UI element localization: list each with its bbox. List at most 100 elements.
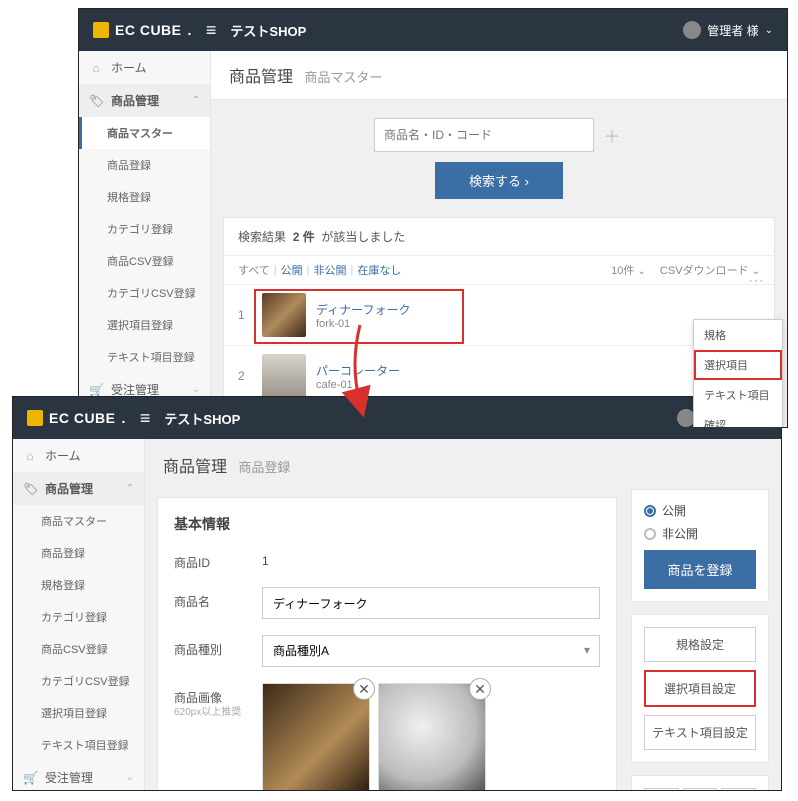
filter-public[interactable]: 公開 — [281, 262, 303, 278]
brand-logo: EC CUBE. — [93, 22, 192, 38]
product-name-link[interactable]: パーコレーター — [316, 362, 400, 379]
select-item-settings-button[interactable]: 選択項目設定 — [644, 670, 756, 707]
sidebar-sub-product-master[interactable]: 商品マスター — [79, 117, 210, 149]
search-input[interactable] — [374, 118, 594, 152]
result-row[interactable]: 1 ディナーフォーク fork-01 ⋯ — [224, 284, 774, 345]
tag-icon: 🏷 — [23, 482, 37, 496]
sidebar-sub-category-csv[interactable]: カテゴリCSV登録 — [13, 665, 144, 697]
chevron-down-icon: ⌄ — [126, 772, 134, 783]
popup-confirm[interactable]: 確認 — [694, 410, 782, 427]
shop-title: テストSHOP — [164, 409, 240, 428]
screenshot-product-register: EC CUBE. ≡ テストSHOP 管理者 様 ⌄ ⌂ホーム 🏷商品管理⌃ 商… — [12, 396, 782, 791]
product-thumb — [262, 354, 306, 398]
register-product-button[interactable]: 商品を登録 — [644, 550, 756, 589]
sidebar-sub-category-register[interactable]: カテゴリ登録 — [79, 213, 210, 245]
page-heading: 商品管理 商品マスター — [211, 51, 787, 100]
result-count: 2 件 — [293, 230, 315, 244]
filter-nostock[interactable]: 在庫なし — [357, 262, 401, 278]
row-actions-menu[interactable]: ⋯ — [748, 271, 764, 291]
row-action-popup: 規格 選択項目 テキスト項目 確認 — [693, 319, 783, 427]
sidebar-sub-category-register[interactable]: カテゴリ登録 — [13, 601, 144, 633]
sidebar-sub-product-csv[interactable]: 商品CSV登録 — [13, 633, 144, 665]
hamburger-icon[interactable]: ≡ — [140, 408, 151, 429]
row-number: 1 — [238, 308, 252, 322]
text-item-settings-button[interactable]: テキスト項目設定 — [644, 715, 756, 750]
user-menu[interactable]: 管理者 様 ⌄ — [683, 21, 773, 39]
per-page-select[interactable]: 10件 ⌄ — [611, 262, 646, 278]
sidebar-sub-product-master[interactable]: 商品マスター — [13, 505, 144, 537]
topbar: EC CUBE. ≡ テストSHOP 管理者 様 ⌄ — [79, 9, 787, 51]
product-code: cafe-01 — [316, 379, 400, 391]
popup-spec[interactable]: 規格 — [694, 320, 782, 350]
sidebar-item-product-mgmt[interactable]: 🏷商品管理⌃ — [13, 472, 144, 505]
status-public-radio[interactable]: 公開 — [644, 502, 756, 519]
sidebar-sub-select-item[interactable]: 選択項目登録 — [13, 697, 144, 729]
shop-title: テストSHOP — [230, 21, 306, 40]
add-condition-button[interactable]: ＋ — [600, 123, 624, 147]
sidebar-sub-category-csv[interactable]: カテゴリCSV登録 — [79, 277, 210, 309]
chevron-down-icon: ⌄ — [637, 266, 645, 277]
filter-private[interactable]: 非公開 — [314, 262, 347, 278]
logo-mark-icon — [27, 410, 43, 426]
delete-button[interactable]: 削除 — [721, 788, 756, 790]
sidebar-sub-text-item[interactable]: テキスト項目登録 — [79, 341, 210, 373]
result-prefix: 検索結果 — [238, 230, 286, 244]
chevron-up-icon: ⌃ — [192, 95, 200, 106]
sidebar-sub-product-register[interactable]: 商品登録 — [13, 537, 144, 569]
sidebar-sub-product-register[interactable]: 商品登録 — [79, 149, 210, 181]
sidebar-sub-text-item[interactable]: テキスト項目登録 — [13, 729, 144, 761]
brand-text: EC CUBE — [49, 410, 116, 426]
product-name-link[interactable]: ディナーフォーク — [316, 301, 410, 318]
product-name-input[interactable] — [262, 587, 600, 619]
confirm-button[interactable]: 確認 — [644, 788, 679, 790]
label-product-id: 商品ID — [174, 548, 246, 571]
sidebar-item-order-mgmt[interactable]: 🛒受注管理⌄ — [13, 761, 144, 790]
user-label: 管理者 様 — [707, 22, 758, 39]
page-subtitle: 商品登録 — [238, 460, 290, 475]
home-icon: ⌂ — [89, 61, 103, 75]
sidebar-sub-spec-register[interactable]: 規格登録 — [79, 181, 210, 213]
screenshot-product-master: EC CUBE. ≡ テストSHOP 管理者 様 ⌄ ⌂ホーム 🏷商品管理⌃ 商… — [78, 8, 788, 428]
status-private-radio[interactable]: 非公開 — [644, 525, 756, 542]
avatar-icon — [683, 21, 701, 39]
product-image-thumb[interactable]: ✕ — [262, 683, 370, 790]
remove-image-button[interactable]: ✕ — [469, 678, 491, 700]
chevron-up-icon: ⌃ — [126, 483, 134, 494]
brand-logo: EC CUBE. — [27, 410, 126, 426]
search-button[interactable]: 検索する › — [435, 162, 563, 199]
popup-select-item[interactable]: 選択項目 — [694, 350, 782, 380]
tag-icon: 🏷 — [89, 94, 103, 108]
filter-all[interactable]: すべて — [238, 262, 270, 278]
chevron-down-icon: ⌄ — [765, 25, 773, 36]
sidebar-sub-product-csv[interactable]: 商品CSV登録 — [79, 245, 210, 277]
csv-download-button[interactable]: CSVダウンロード ⌄ — [660, 262, 760, 278]
radio-on-icon — [644, 505, 656, 517]
basic-info-card: 基本情報 商品ID 1 商品名 商品種別 商品種別A ▾ — [157, 497, 617, 790]
sidebar-item-product-mgmt[interactable]: 🏷商品管理⌃ — [79, 84, 210, 117]
product-image-thumb[interactable]: ✕ — [378, 683, 486, 790]
remove-image-button[interactable]: ✕ — [353, 678, 375, 700]
brand-text: EC CUBE — [115, 22, 182, 38]
section-heading: 基本情報 — [174, 514, 600, 534]
sidebar-item-home[interactable]: ⌂ホーム — [79, 51, 210, 84]
sidebar-item-home[interactable]: ⌂ホーム — [13, 439, 144, 472]
radio-off-icon — [644, 528, 656, 540]
page-title: 商品管理 — [229, 69, 293, 86]
hamburger-icon[interactable]: ≡ — [206, 20, 217, 41]
aux-buttons-panel: 規格設定 選択項目設定 テキスト項目設定 — [631, 614, 769, 763]
sidebar: ⌂ホーム 🏷商品管理⌃ 商品マスター 商品登録 規格登録 カテゴリ登録 商品CS… — [79, 51, 211, 427]
product-code: fork-01 — [316, 318, 410, 330]
duplicate-button[interactable]: 複製 — [683, 788, 718, 790]
label-product-name: 商品名 — [174, 587, 246, 610]
topbar: EC CUBE. ≡ テストSHOP 管理者 様 ⌄ — [13, 397, 781, 439]
popup-text-item[interactable]: テキスト項目 — [694, 380, 782, 410]
sidebar-sub-spec-register[interactable]: 規格登録 — [13, 569, 144, 601]
chevron-down-icon: ⌄ — [192, 384, 200, 395]
page-heading: 商品管理 商品登録 — [145, 439, 617, 485]
product-type-select[interactable]: 商品種別A — [262, 635, 600, 667]
spec-settings-button[interactable]: 規格設定 — [644, 627, 756, 662]
page-subtitle: 商品マスター — [304, 70, 382, 85]
sidebar-sub-select-item[interactable]: 選択項目登録 — [79, 309, 210, 341]
main-area: 商品管理 商品マスター ＋ 検索する › 検索結果 2 件 が該当しました すべ… — [211, 51, 787, 427]
action-buttons-panel: 確認 複製 削除 — [631, 775, 769, 790]
